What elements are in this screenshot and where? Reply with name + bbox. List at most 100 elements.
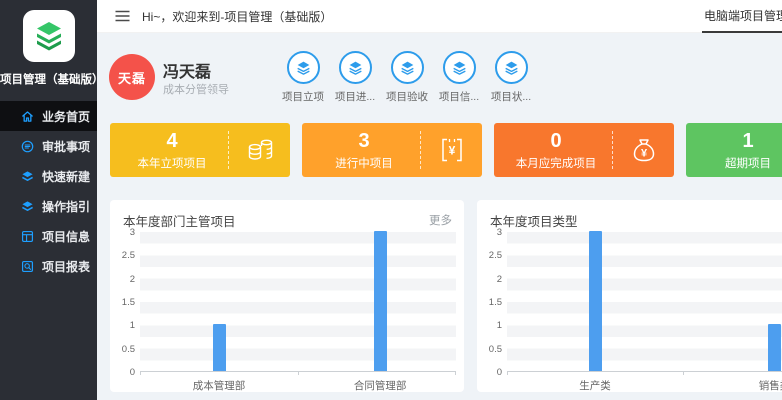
top-right-tab-label: 电脑端项目管理: [704, 7, 782, 24]
sidebar-item-guide[interactable]: 操作指引: [0, 191, 97, 221]
quick-link-project-initiation[interactable]: 项目立项: [277, 51, 329, 104]
app-title: 项目管理（基础版）: [0, 71, 97, 87]
x-axis-category-label: 成本管理部: [193, 378, 246, 393]
y-axis-tick-label: 2: [111, 274, 135, 285]
sidebar-menu: 业务首页 审批事项 快速新建 操作指引 项目信息: [0, 101, 97, 281]
quick-link-project-acceptance[interactable]: 项目验收: [381, 51, 433, 104]
sidebar-item-label: 操作指引: [42, 198, 90, 215]
quick-link-project-information[interactable]: 项目信...: [433, 51, 485, 104]
bar-销售类: [768, 324, 781, 371]
sidebar-item-business-home[interactable]: 业务首页: [0, 101, 97, 131]
sidebar-item-project-info[interactable]: 项目信息: [0, 221, 97, 251]
quick-link-label: 项目信...: [439, 89, 479, 104]
stat-value: 1: [686, 130, 782, 153]
stat-cards-row: 4 本年立项项目 3 进行中项目 ¥ 0: [110, 123, 782, 177]
y-axis-tick-label: 0: [478, 367, 502, 378]
stat-label: 本月应完成项目: [494, 155, 618, 171]
quick-link-label: 项目立项: [282, 89, 324, 104]
stat-value: 4: [110, 130, 234, 153]
top-right-tab[interactable]: 电脑端项目管理: [702, 0, 782, 33]
home-icon: [21, 110, 34, 123]
sidebar-item-project-report[interactable]: 项目报表: [0, 251, 97, 281]
x-axis-tick-mark: [507, 371, 508, 375]
blue-layers-icon: [495, 51, 528, 84]
stat-card-overdue[interactable]: 1 超期项目: [686, 123, 782, 177]
blue-layers-icon: [339, 51, 372, 84]
quick-link-label: 项目状...: [491, 89, 531, 104]
quick-links-row: 项目立项 项目进... 项目验收 项目信... 项目状...: [277, 51, 537, 104]
app-logo: [23, 10, 75, 62]
avatar[interactable]: 天磊: [109, 54, 155, 100]
stat-label: 超期项目: [686, 155, 782, 171]
stat-label: 本年立项项目: [110, 155, 234, 171]
chart-card-project-types: 本年度项目类型 32.521.510.50生产类销售类: [477, 200, 782, 392]
blue-layers-icon: [443, 51, 476, 84]
dashed-divider: [228, 131, 229, 169]
coins-icon: [240, 135, 280, 165]
svg-text:¥: ¥: [449, 144, 456, 158]
y-axis-tick-label: 0.5: [111, 344, 135, 355]
user-role: 成本分管领导: [163, 81, 229, 97]
moneybag-yen-icon: ¥: [624, 135, 664, 165]
main-content: 天磊 冯天磊 成本分管领导 项目立项 项目进... 项目验收 项目信...: [97, 33, 782, 400]
hamburger-menu-icon[interactable]: [115, 10, 130, 22]
y-axis-tick-label: 2: [478, 274, 502, 285]
approval-icon: [21, 140, 34, 153]
stat-label: 进行中项目: [302, 155, 426, 171]
y-axis-tick-label: 0: [111, 367, 135, 378]
report-search-icon: [21, 260, 34, 273]
sidebar-item-label: 业务首页: [42, 108, 90, 125]
chart-card-department-projects: 本年度部门主管项目 更多 32.521.510.50成本管理部合同管理部: [110, 200, 464, 392]
quick-link-label: 项目进...: [335, 89, 375, 104]
layers-icon: [21, 170, 34, 183]
x-axis-tick-mark: [683, 371, 684, 375]
y-axis-tick-label: 3: [111, 227, 135, 238]
x-axis-category-label: 合同管理部: [354, 378, 407, 393]
quick-link-project-status[interactable]: 项目状...: [485, 51, 537, 104]
y-axis-tick-label: 0.5: [478, 344, 502, 355]
x-axis-tick-mark: [140, 371, 141, 375]
sidebar: 项目管理（基础版） 业务首页 审批事项 快速新建 操作指引: [0, 0, 97, 400]
dashed-divider: [612, 131, 613, 169]
stat-value: 0: [494, 130, 618, 153]
bar-chart-plot: 32.521.510.50成本管理部合同管理部: [140, 232, 456, 372]
y-axis-tick-label: 2.5: [478, 250, 502, 261]
welcome-text: Hi~，欢迎来到-项目管理（基础版）: [142, 8, 332, 25]
dashed-divider: [420, 131, 421, 169]
sidebar-item-quick-create[interactable]: 快速新建: [0, 161, 97, 191]
stat-card-due-this-month[interactable]: 0 本月应完成项目 ¥: [494, 123, 674, 177]
x-axis-category-label: 销售类: [759, 378, 782, 393]
y-axis-tick-label: 1.5: [111, 297, 135, 308]
x-axis-tick-mark: [298, 371, 299, 375]
sidebar-item-approvals[interactable]: 审批事项: [0, 131, 97, 161]
more-link[interactable]: 更多: [429, 212, 452, 228]
green-layers-logo-icon: [32, 19, 66, 53]
bar-生产类: [589, 231, 602, 371]
quick-link-label: 项目验收: [386, 89, 428, 104]
blue-layers-icon: [391, 51, 424, 84]
bar-合同管理部: [374, 231, 387, 371]
chart-title: 本年度部门主管项目: [123, 211, 236, 230]
receipt-yen-icon: ¥: [432, 135, 472, 165]
stat-card-projects-this-year[interactable]: 4 本年立项项目: [110, 123, 290, 177]
top-bar: Hi~，欢迎来到-项目管理（基础版） 电脑端项目管理: [97, 0, 782, 33]
stat-value: 3: [302, 130, 426, 153]
user-name: 冯天磊: [163, 58, 211, 82]
x-axis-tick-mark: [455, 371, 456, 375]
bar-chart-plot: 32.521.510.50生产类销售类: [507, 232, 782, 372]
guide-layers-icon: [21, 200, 34, 213]
y-axis-tick-label: 2.5: [111, 250, 135, 261]
y-axis-tick-label: 3: [478, 227, 502, 238]
info-grid-icon: [21, 230, 34, 243]
quick-link-project-progress[interactable]: 项目进...: [329, 51, 381, 104]
blue-layers-icon: [287, 51, 320, 84]
y-axis-tick-label: 1: [111, 320, 135, 331]
sidebar-item-label: 审批事项: [42, 138, 90, 155]
stat-card-in-progress[interactable]: 3 进行中项目 ¥: [302, 123, 482, 177]
x-axis-category-label: 生产类: [579, 378, 611, 393]
y-axis-tick-label: 1: [478, 320, 502, 331]
bar-成本管理部: [213, 324, 226, 371]
svg-text:¥: ¥: [641, 148, 648, 160]
chart-title: 本年度项目类型: [490, 211, 578, 230]
y-axis-tick-label: 1.5: [478, 297, 502, 308]
